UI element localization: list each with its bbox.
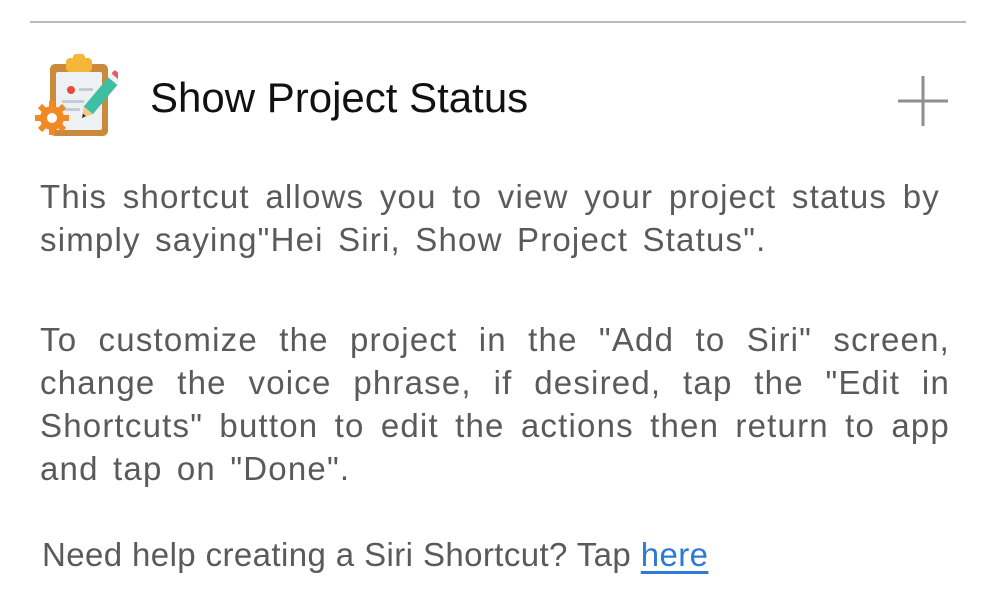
shortcut-description: This shortcut allows you to view your pr… xyxy=(40,178,940,258)
top-divider xyxy=(30,21,966,23)
add-shortcut-button[interactable] xyxy=(892,72,952,132)
shortcut-header: Show Project Status xyxy=(30,52,966,144)
help-line: Need help creating a Siri Shortcut? Tap … xyxy=(42,533,708,576)
help-link[interactable]: here xyxy=(641,536,709,573)
customize-instructions: To customize the project in the "Add to … xyxy=(40,321,950,487)
shortcut-title: Show Project Status xyxy=(150,74,529,121)
plus-icon xyxy=(892,72,952,132)
help-prompt: Need help creating a Siri Shortcut? Tap xyxy=(42,536,641,573)
clipboard-pencil-gear-icon xyxy=(34,54,123,142)
